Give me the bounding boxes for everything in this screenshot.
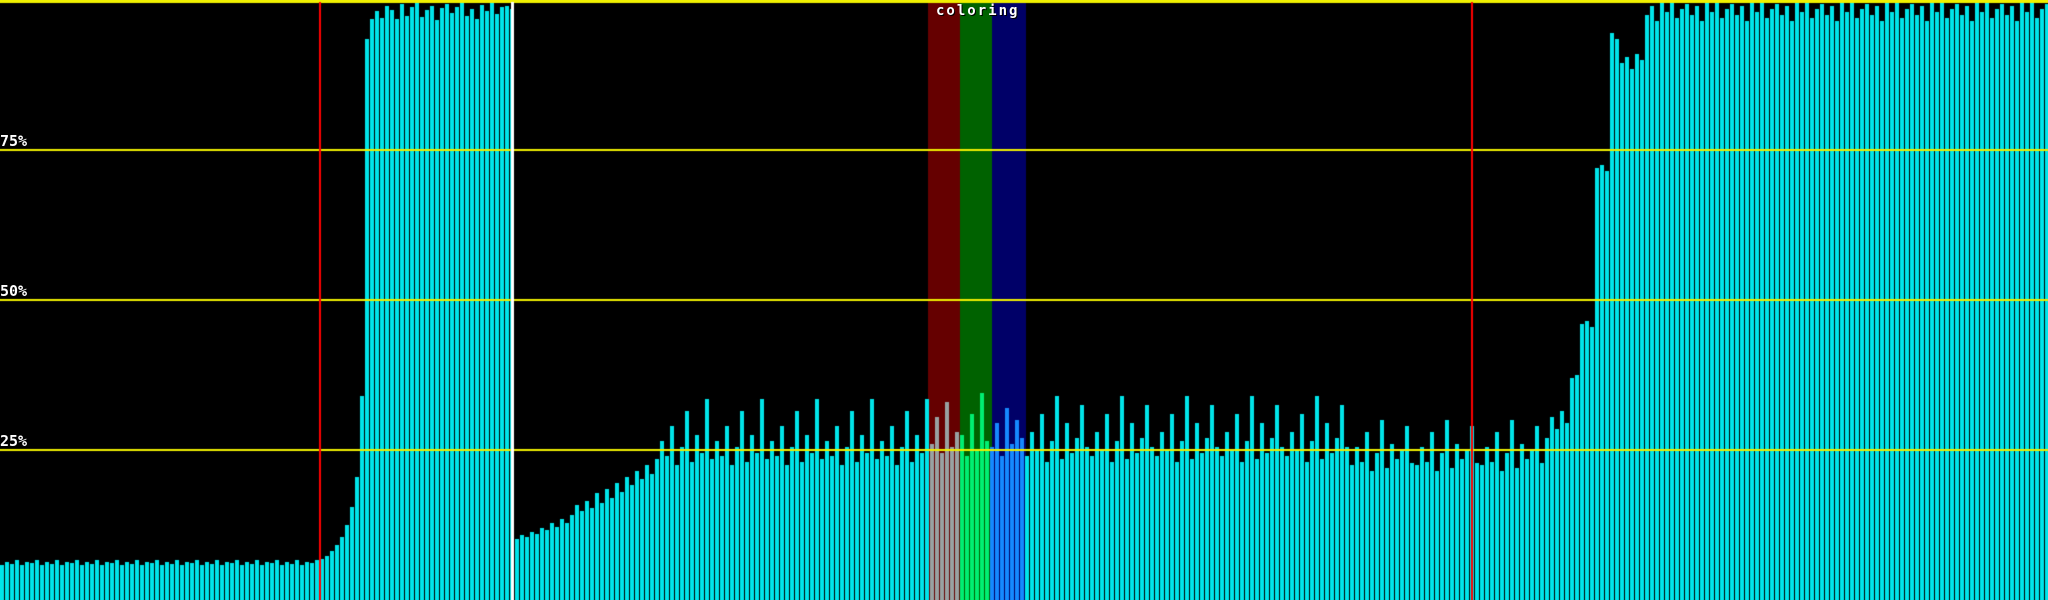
y-tick-50: 50% <box>0 282 28 300</box>
y-tick-25: 25% <box>0 432 28 450</box>
chart-title: coloring <box>936 3 1020 19</box>
y-tick-75: 75% <box>0 132 28 150</box>
histogram-chart: 75% 50% 25% coloring <box>0 0 2048 600</box>
histogram-canvas <box>0 0 2048 600</box>
